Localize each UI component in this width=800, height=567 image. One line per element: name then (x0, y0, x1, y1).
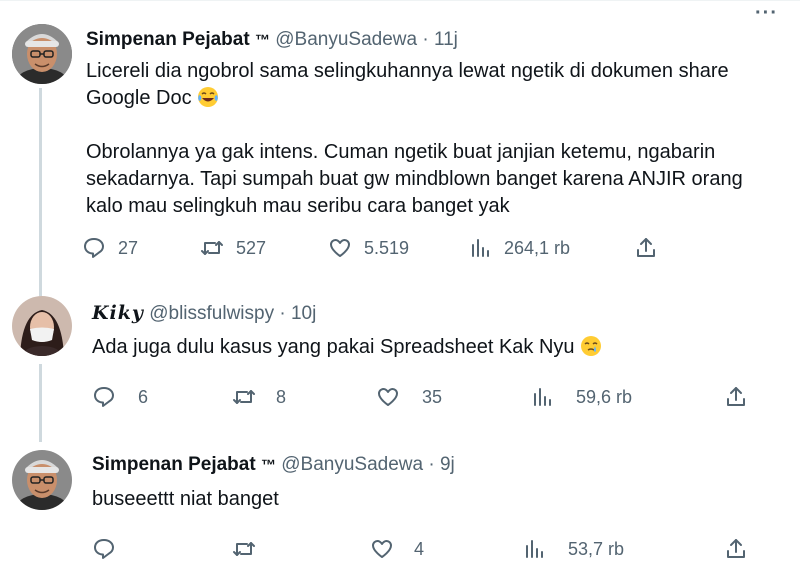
like-button[interactable]: 5.519 (328, 234, 409, 262)
display-name[interactable]: Simpenan Pejabat (86, 29, 250, 50)
retweet-button[interactable] (232, 535, 256, 563)
tweet-text: buseeettt niat banget (92, 486, 782, 513)
more-options-icon[interactable]: ··· (755, 2, 778, 25)
thread-line (39, 282, 42, 296)
like-count: 35 (422, 386, 443, 407)
reply-button[interactable]: 27 (82, 234, 138, 262)
retweet-button[interactable]: 8 (232, 383, 286, 411)
share-button[interactable] (724, 535, 748, 563)
views-chart-icon (472, 239, 489, 257)
avatar[interactable] (12, 296, 72, 356)
trademark-symbol: ™ (260, 457, 276, 474)
text-line: buseeettt niat banget (92, 488, 279, 510)
share-icon (727, 539, 745, 558)
avatar[interactable] (12, 24, 72, 84)
text-line: sekadarnya. Tapi sumpah buat gw mindblow… (86, 168, 743, 190)
view-count: 53,7 rb (568, 538, 625, 559)
views-button[interactable]: 59,6 rb (530, 383, 632, 411)
views-button[interactable]: 53,7 rb (522, 535, 624, 563)
thread-line (39, 88, 42, 282)
views-chart-icon (534, 388, 551, 406)
face-with-tears-of-joy-icon (198, 87, 219, 107)
retweet-count: 8 (276, 386, 287, 407)
text-line-with-emoji: Google Doc (86, 85, 776, 112)
tweet-header: Simpenan Pejabat ™ @BanyuSadewa · 11j (86, 28, 458, 53)
reply-button[interactable] (92, 535, 116, 563)
like-count: 4 (414, 538, 425, 559)
thread-line (39, 364, 42, 442)
avatar[interactable] (12, 450, 72, 510)
action-bar: 27 527 5.519 264,1 rb (82, 234, 772, 262)
heart-icon (330, 239, 350, 257)
display-name[interactable]: Kiky (92, 302, 144, 324)
action-bar: 6 8 35 59,6 rb (92, 383, 782, 411)
reply-button[interactable]: 6 (92, 383, 148, 411)
top-divider (0, 0, 800, 1)
share-button[interactable] (724, 383, 748, 411)
text-line-with-emoji: Ada juga dulu kasus yang pakai Spreadshe… (92, 334, 782, 361)
reply-icon (84, 238, 104, 258)
handle[interactable]: @blissfulwispy (149, 303, 274, 324)
reply-count: 27 (118, 237, 139, 258)
text-line: Obrolannya ya gak intens. Cuman ngetik b… (86, 141, 716, 163)
views-chart-icon (526, 540, 543, 558)
crying-face-icon (581, 336, 602, 356)
text-line: Ada juga dulu kasus yang pakai Spreadshe… (92, 336, 575, 358)
separator-dot: · (428, 454, 435, 475)
timestamp[interactable]: 9j (440, 454, 455, 475)
tweet-text: Licereli dia ngobrol sama selingkuhannya… (86, 58, 776, 220)
share-icon (727, 387, 745, 406)
timestamp[interactable]: 10j (291, 303, 316, 324)
timestamp[interactable]: 11j (434, 29, 458, 50)
heart-icon (378, 388, 398, 406)
action-bar: 4 53,7 rb (92, 535, 782, 563)
like-button[interactable]: 35 (376, 383, 442, 411)
like-count: 5.519 (364, 237, 410, 258)
retweet-count: 527 (236, 237, 267, 258)
like-button[interactable]: 4 (370, 535, 424, 563)
heart-icon (372, 540, 392, 558)
separator-dot: · (279, 303, 286, 324)
display-name[interactable]: Simpenan Pejabat (92, 454, 256, 475)
retweet-button[interactable]: 527 (200, 234, 266, 262)
view-count: 264,1 rb (504, 237, 571, 258)
trademark-symbol: ™ (254, 32, 270, 49)
text-line: Google Doc (86, 87, 192, 109)
reply-count: 6 (138, 386, 149, 407)
share-button[interactable] (634, 234, 658, 262)
text-line: kalo mau selingkuh mau seribu cara bange… (86, 195, 510, 217)
retweet-icon (233, 542, 255, 556)
tweet-header: Kiky @blissfulwispy · 10j (92, 301, 316, 326)
view-count: 59,6 rb (576, 386, 633, 407)
separator-dot: · (422, 29, 429, 50)
retweet-icon (201, 241, 223, 255)
share-icon (637, 238, 655, 257)
handle[interactable]: @BanyuSadewa (275, 29, 417, 50)
tweet-header: Simpenan Pejabat ™ @BanyuSadewa · 9j (92, 453, 455, 478)
text-line: Licereli dia ngobrol sama selingkuhannya… (86, 60, 729, 82)
tweet-text: Ada juga dulu kasus yang pakai Spreadshe… (92, 334, 782, 361)
reply-icon (94, 387, 114, 407)
retweet-icon (233, 390, 255, 404)
handle[interactable]: @BanyuSadewa (281, 454, 423, 475)
reply-icon (94, 539, 114, 559)
views-button[interactable]: 264,1 rb (468, 234, 570, 262)
